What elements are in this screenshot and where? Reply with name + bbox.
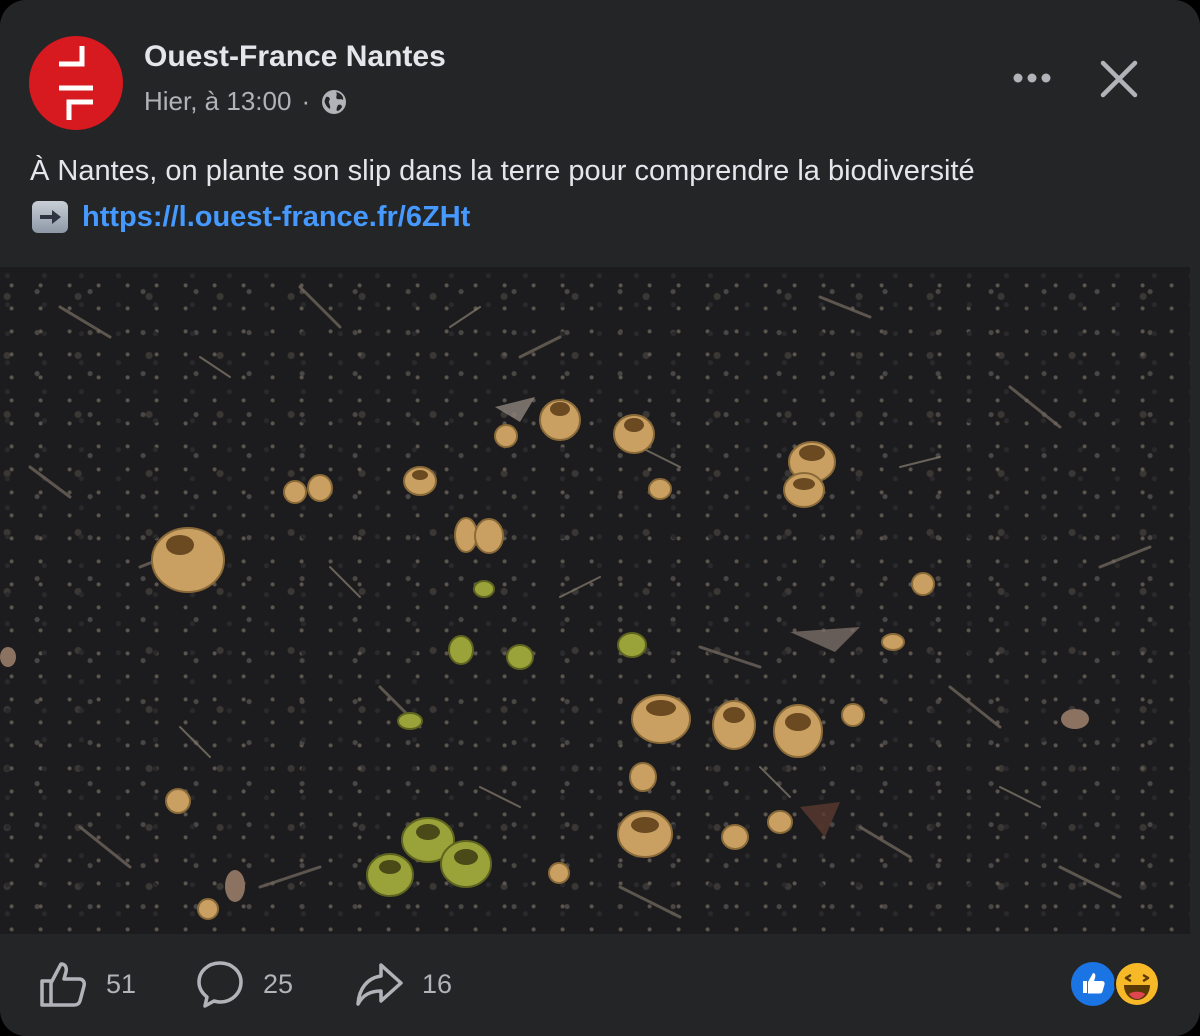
thumbs-up-icon bbox=[40, 962, 86, 1007]
post-text: À Nantes, on plante son slip dans la ter… bbox=[30, 148, 1180, 240]
more-options-button[interactable] bbox=[1004, 58, 1060, 98]
right-arrow-emoji bbox=[32, 201, 68, 233]
post-actions-bar: 51 25 16 bbox=[0, 945, 1200, 1025]
post-meta: Hier, à 13:00 · bbox=[144, 86, 348, 117]
more-dots-icon bbox=[1013, 73, 1051, 83]
post-link-line: https://l.ouest-france.fr/6ZHt bbox=[30, 194, 1180, 240]
like-count: 51 bbox=[106, 968, 137, 999]
meta-separator: · bbox=[301, 86, 311, 116]
comment-count: 25 bbox=[263, 968, 294, 999]
globe-icon bbox=[320, 88, 348, 116]
post-photo[interactable] bbox=[0, 267, 1190, 934]
post-message: À Nantes, on plante son slip dans la ter… bbox=[30, 155, 975, 187]
share-button[interactable]: 16 bbox=[354, 959, 452, 1009]
haha-reaction-icon bbox=[1114, 961, 1160, 1007]
like-button[interactable]: 51 bbox=[38, 959, 136, 1009]
share-arrow-icon bbox=[356, 963, 403, 1006]
like-reaction-icon bbox=[1071, 962, 1115, 1006]
comment-button[interactable]: 25 bbox=[195, 959, 293, 1009]
ouest-france-logo bbox=[59, 46, 93, 120]
post-timestamp[interactable]: Hier, à 13:00 bbox=[144, 86, 291, 117]
photo-mushrooms bbox=[0, 285, 1152, 920]
post-card: Ouest-France Nantes Hier, à 13:00 · À Na… bbox=[0, 0, 1200, 1036]
reactions-summary[interactable] bbox=[1071, 960, 1163, 1008]
page-name[interactable]: Ouest-France Nantes bbox=[144, 40, 446, 74]
close-icon bbox=[1100, 60, 1138, 98]
share-count: 16 bbox=[422, 968, 453, 999]
comment-icon bbox=[197, 961, 243, 1008]
post-link[interactable]: https://l.ouest-france.fr/6ZHt bbox=[82, 194, 470, 240]
close-button[interactable] bbox=[1092, 52, 1146, 106]
avatar[interactable] bbox=[29, 36, 123, 130]
